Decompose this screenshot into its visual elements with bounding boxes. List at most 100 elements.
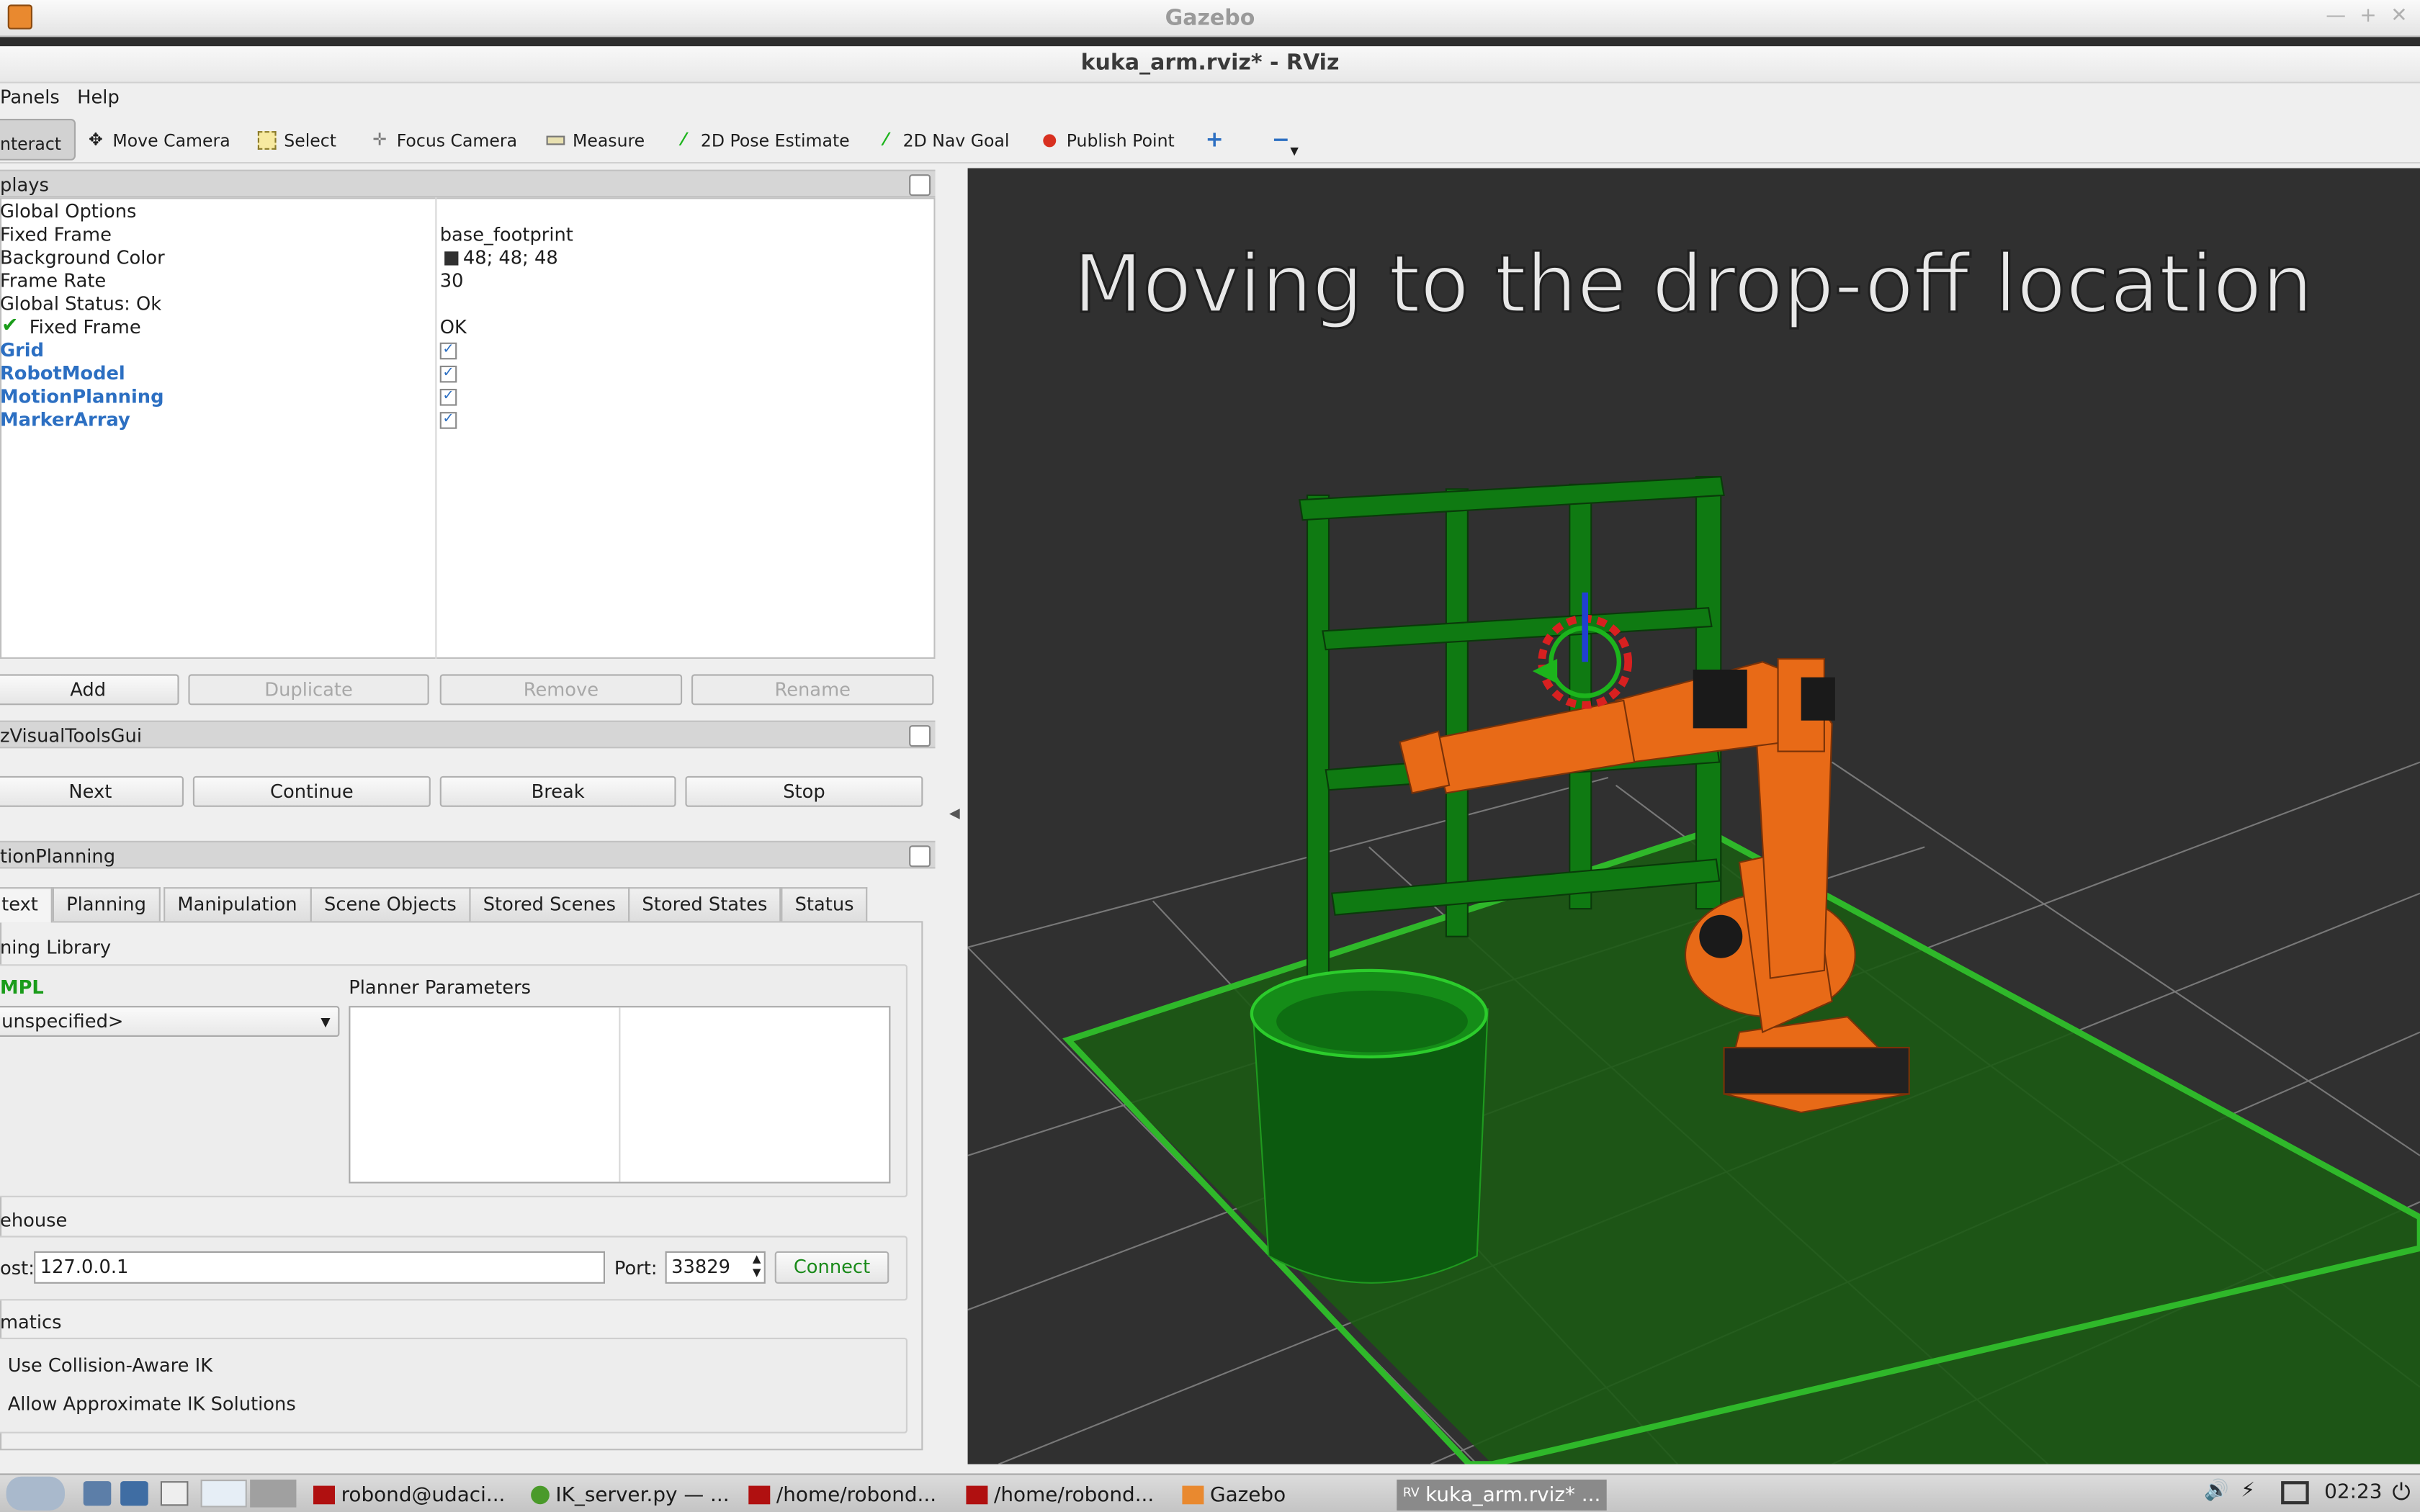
- tab-stored-scenes[interactable]: Stored Scenes: [469, 887, 630, 922]
- tab-manipulation[interactable]: Manipulation: [163, 887, 311, 922]
- green-arrow-icon: ⁄: [884, 130, 887, 150]
- measure-label: Measure: [573, 130, 645, 150]
- tab-scene-objects[interactable]: Scene Objects: [310, 887, 471, 922]
- rviz-window-title: kuka_arm.rviz* - RViz: [1080, 50, 1340, 76]
- shutdown-icon[interactable]: ⏻: [2392, 1478, 2410, 1506]
- close-button[interactable]: ✕: [2390, 4, 2407, 27]
- panel-float-checkbox[interactable]: [909, 845, 931, 868]
- tab-planning[interactable]: Planning: [52, 887, 161, 922]
- menu-panels[interactable]: Panels: [0, 86, 60, 108]
- browser-icon[interactable]: [120, 1481, 148, 1506]
- stepper-arrows-icon[interactable]: ▲ ▼: [753, 1253, 761, 1281]
- volume-icon[interactable]: 🔊: [2204, 1480, 2229, 1503]
- port-stepper[interactable]: 33829 ▲ ▼: [665, 1251, 766, 1284]
- clock[interactable]: 02:23: [2324, 1481, 2382, 1504]
- dropdown-arrow-icon[interactable]: ▼: [1290, 145, 1299, 157]
- move-camera-tool[interactable]: ✥ Move Camera: [86, 125, 230, 156]
- publish-point-tool[interactable]: ● Publish Point: [1040, 125, 1175, 156]
- network-icon[interactable]: [2281, 1481, 2309, 1505]
- menu-help[interactable]: Help: [77, 86, 120, 108]
- task-label: Gazebo: [1210, 1483, 1286, 1507]
- host-input[interactable]: 127.0.0.1: [34, 1251, 605, 1284]
- menu-bar: Panels Help: [0, 83, 2420, 114]
- collision-aware-ik-checkbox[interactable]: Use Collision-Aware IK: [8, 1354, 212, 1376]
- task-label: /home/robond...: [994, 1483, 1155, 1507]
- planner-parameters-table[interactable]: [349, 1006, 891, 1184]
- display-markerarray[interactable]: MarkerArray: [0, 409, 130, 432]
- rename-display-button[interactable]: Rename: [691, 674, 934, 706]
- collapse-arrow-icon[interactable]: ◀: [949, 807, 960, 822]
- task-gazebo[interactable]: Gazebo: [1182, 1480, 1286, 1511]
- display-robotmodel[interactable]: RobotModel: [0, 363, 125, 386]
- displays-panel-header: plays: [0, 169, 936, 198]
- tab-stored-states[interactable]: Stored States: [628, 887, 781, 922]
- duplicate-display-button[interactable]: Duplicate: [188, 674, 429, 706]
- select-tool[interactable]: Select: [257, 125, 336, 156]
- start-menu-icon[interactable]: [6, 1476, 66, 1511]
- markerarray-enable-checkbox[interactable]: ✓: [439, 412, 457, 429]
- workspace-2[interactable]: [250, 1480, 297, 1508]
- fixed-frame-value[interactable]: base_footprint: [440, 224, 573, 247]
- add-tool-button[interactable]: +: [1206, 125, 1224, 156]
- stop-button[interactable]: Stop: [685, 775, 923, 807]
- connect-button[interactable]: Connect: [774, 1251, 889, 1284]
- break-button[interactable]: Break: [439, 775, 676, 807]
- tree-row-fixed-frame[interactable]: Fixed Frame: [0, 224, 112, 247]
- task-label: /home/robond...: [776, 1483, 937, 1507]
- tree-row-status-fixed-frame[interactable]: Fixed Frame: [30, 316, 141, 339]
- measure-tool[interactable]: Measure: [546, 125, 645, 156]
- tab-status[interactable]: Status: [781, 887, 868, 922]
- tree-row-frame-rate[interactable]: Frame Rate: [0, 270, 106, 293]
- remove-tool-button[interactable]: −: [1272, 125, 1290, 156]
- map-pin-icon: ●: [1041, 130, 1057, 150]
- tab-context[interactable]: text: [0, 887, 53, 923]
- tree-row-global-status[interactable]: Global Status: Ok: [0, 293, 161, 316]
- remove-display-button[interactable]: Remove: [439, 674, 683, 706]
- approximate-ik-checkbox[interactable]: Allow Approximate IK Solutions: [8, 1393, 296, 1415]
- continue-button[interactable]: Continue: [192, 775, 431, 807]
- add-display-button[interactable]: Add: [0, 674, 179, 706]
- task-label: kuka_arm.rviz* ...: [1425, 1483, 1601, 1507]
- background-color-value[interactable]: 48; 48; 48: [463, 247, 558, 270]
- pose-estimate-tool[interactable]: ⁄ 2D Pose Estimate: [674, 125, 849, 156]
- task-rviz[interactable]: RV kuka_arm.rviz* ...: [1397, 1480, 1607, 1511]
- motionplanning-enable-checkbox[interactable]: ✓: [439, 389, 457, 406]
- robotmodel-enable-checkbox[interactable]: ✓: [439, 365, 457, 383]
- panel-float-checkbox[interactable]: [909, 174, 931, 197]
- task-terminal-3[interactable]: /home/robond...: [966, 1480, 1154, 1511]
- window-icon[interactable]: [160, 1481, 189, 1506]
- display-grid[interactable]: Grid: [0, 339, 44, 362]
- tree-row-background-color[interactable]: Background Color: [0, 247, 165, 270]
- gazebo-window-title: Gazebo: [1165, 6, 1255, 31]
- minimize-button[interactable]: —: [2326, 4, 2346, 27]
- interact-tool[interactable]: nteract: [0, 119, 76, 161]
- planner-select[interactable]: unspecified> ▼: [0, 1006, 340, 1037]
- maximize-button[interactable]: +: [2360, 4, 2376, 27]
- color-swatch: [444, 251, 459, 266]
- power-plug-icon[interactable]: ⚡: [2241, 1480, 2255, 1503]
- focus-camera-tool[interactable]: ✛ Focus Camera: [370, 125, 517, 156]
- task-terminal-1[interactable]: robond@udaci...: [313, 1480, 505, 1511]
- frame-rate-value[interactable]: 30: [440, 270, 464, 293]
- displays-panel-title: plays: [0, 174, 49, 197]
- grid-enable-checkbox[interactable]: ✓: [439, 342, 457, 360]
- taskbar: robond@udaci... IK_server.py — ... /home…: [0, 1473, 2420, 1512]
- display-motionplanning[interactable]: MotionPlanning: [0, 386, 164, 409]
- kinematics-label: matics: [0, 1311, 62, 1333]
- motion-planning-panel-title: tionPlanning: [0, 845, 116, 868]
- task-editor[interactable]: IK_server.py — ...: [531, 1480, 730, 1511]
- next-button[interactable]: Next: [0, 775, 184, 807]
- workspace-1[interactable]: [200, 1480, 247, 1508]
- panel-splitter[interactable]: ◀: [935, 168, 968, 1464]
- panel-float-checkbox[interactable]: [909, 725, 931, 747]
- 3d-viewport[interactable]: Moving to the drop-off location: [967, 168, 2420, 1464]
- table-column-divider: [619, 1007, 621, 1182]
- tree-row-global-options[interactable]: Global Options: [0, 201, 136, 224]
- overlay-status-text: Moving to the drop-off location: [1073, 238, 2313, 331]
- file-manager-icon[interactable]: [83, 1481, 112, 1506]
- focus-camera-icon: ✛: [372, 130, 387, 150]
- ompl-label: MPL: [0, 976, 44, 999]
- scene-render: Moving to the drop-off location: [967, 237, 2420, 1464]
- task-terminal-2[interactable]: /home/robond...: [748, 1480, 936, 1511]
- nav-goal-tool[interactable]: ⁄ 2D Nav Goal: [877, 125, 1009, 156]
